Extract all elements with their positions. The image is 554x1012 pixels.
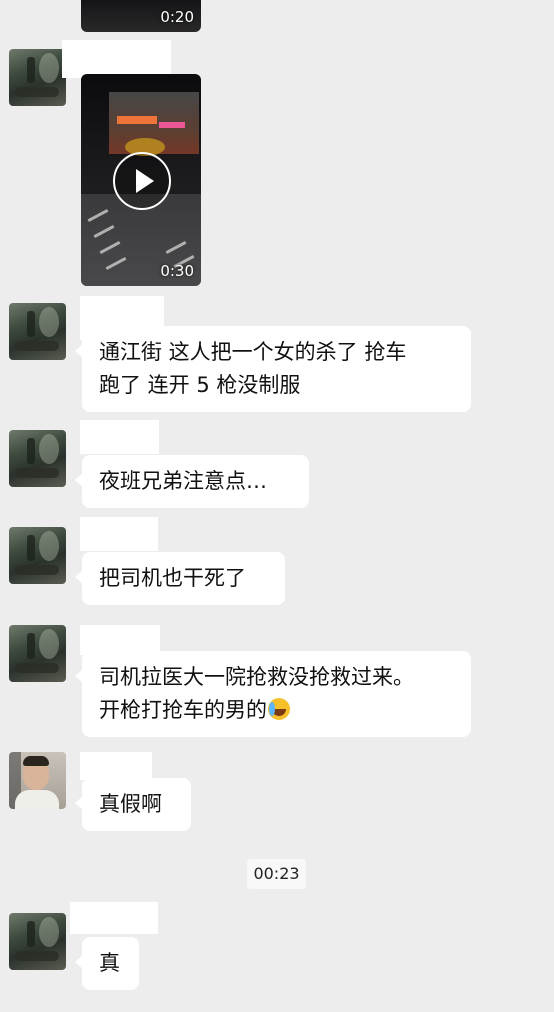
video-duration: 0:30: [160, 262, 194, 280]
sender-name-redacted: [80, 752, 152, 780]
message-text: 开枪打抢车的男的: [99, 698, 267, 722]
sender-name-redacted: [70, 902, 158, 934]
avatar[interactable]: [9, 303, 66, 360]
video-duration: 0:20: [160, 8, 194, 26]
message-text: 真: [99, 951, 120, 975]
video-message-top[interactable]: 0:20: [81, 0, 201, 32]
message-bubble[interactable]: 夜班兄弟注意点…: [75, 455, 309, 508]
sender-name-redacted: [80, 517, 158, 551]
message-text: 通江街 这人把一个女的杀了 抢车: [99, 340, 407, 364]
sender-name-redacted: [80, 420, 159, 454]
message-bubble[interactable]: 司机拉医大一院抢救没抢救过来。 开枪打抢车的男的: [75, 651, 471, 737]
message-bubble[interactable]: 真: [75, 937, 139, 990]
message-text: 把司机也干死了: [99, 566, 246, 590]
message-bubble[interactable]: 通江街 这人把一个女的杀了 抢车 跑了 连开 5 枪没制服: [75, 326, 471, 412]
message-text: 跑了 连开 5 枪没制服: [99, 373, 301, 397]
avatar[interactable]: [9, 49, 66, 106]
avatar[interactable]: [9, 625, 66, 682]
message-text: 司机拉医大一院抢救没抢救过来。: [99, 665, 414, 689]
crying-laughing-emoji-icon: [268, 698, 290, 720]
timestamp: 00:23: [247, 859, 306, 889]
play-icon[interactable]: [113, 152, 171, 210]
avatar[interactable]: [9, 752, 66, 809]
avatar[interactable]: [9, 913, 66, 970]
message-text: 夜班兄弟注意点…: [99, 469, 267, 493]
avatar[interactable]: [9, 430, 66, 487]
sender-name-redacted: [62, 40, 171, 78]
video-message[interactable]: 0:30: [81, 74, 201, 286]
message-bubble[interactable]: 把司机也干死了: [75, 552, 285, 605]
message-bubble[interactable]: 真假啊: [75, 778, 191, 831]
avatar[interactable]: [9, 527, 66, 584]
message-text: 真假啊: [99, 792, 162, 816]
